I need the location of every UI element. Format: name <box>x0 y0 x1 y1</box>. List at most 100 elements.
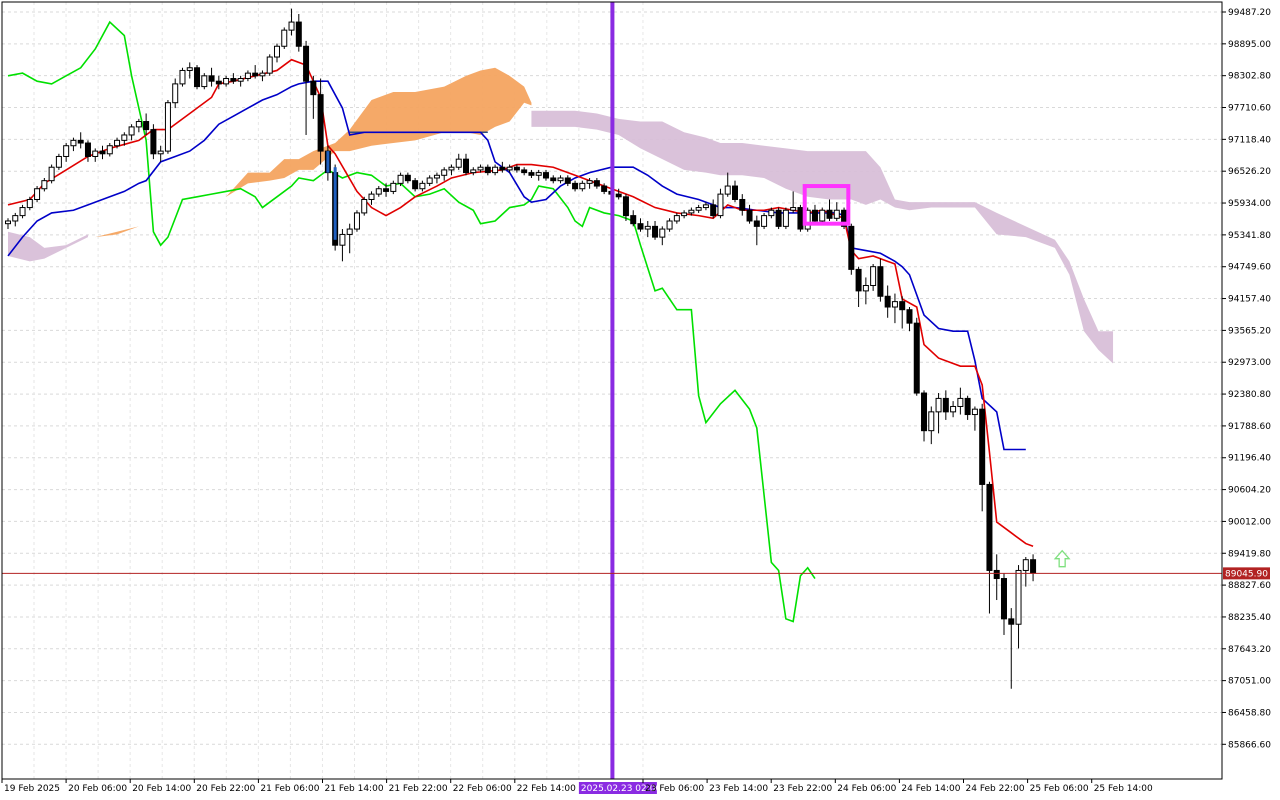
y-tick-label: 90012.00 <box>1228 517 1271 527</box>
candle-bull <box>819 209 826 222</box>
candle-bear <box>1000 578 1007 620</box>
candle-bear <box>143 121 150 131</box>
candle-bear <box>99 150 106 155</box>
candle-bull <box>70 139 77 147</box>
candle-bear <box>993 569 1000 580</box>
y-tick-label: 99487.20 <box>1228 8 1271 18</box>
candle-bear <box>630 215 637 225</box>
y-tick-label: 91196.40 <box>1228 454 1271 464</box>
signal-bar <box>326 151 330 173</box>
candle-bear <box>637 223 644 230</box>
candle-bear <box>732 185 738 200</box>
candle-bear <box>921 392 928 432</box>
candle-bear <box>499 166 506 171</box>
candle-bear <box>484 166 491 174</box>
candle-bear <box>913 322 920 394</box>
candle-bear <box>652 225 659 238</box>
candle-bull <box>128 126 135 136</box>
bear-cloud <box>8 231 88 262</box>
y-tick-label: 95934.00 <box>1228 199 1271 209</box>
candle-bear <box>739 198 746 211</box>
y-tick-label: 87051.00 <box>1228 677 1271 687</box>
x-tick-label: 21 Feb 22:00 <box>389 784 448 794</box>
candle-bull <box>470 169 477 174</box>
x-tick-label: 25 Feb 14:00 <box>1094 784 1153 794</box>
candle-bear <box>194 67 201 88</box>
y-tick-label: 89419.80 <box>1228 549 1271 559</box>
candle-bear <box>601 185 608 192</box>
candle-bear <box>877 266 884 297</box>
y-tick-label: 87643.20 <box>1228 645 1271 655</box>
candle-bull <box>586 180 593 184</box>
candle-bear <box>513 166 520 171</box>
y-tick-label: 90604.20 <box>1228 486 1271 496</box>
candle-bull <box>957 397 964 407</box>
candle-bull <box>673 215 680 222</box>
candle-bull <box>34 188 41 200</box>
y-tick-label: 97710.60 <box>1228 104 1271 114</box>
candle-bull <box>666 220 673 230</box>
x-tick-label: 21 Feb 06:00 <box>260 784 319 794</box>
candle-bear <box>1008 618 1015 625</box>
candle-bear <box>317 94 324 152</box>
candle-bull <box>455 158 462 168</box>
x-tick-label: 23 Feb 22:00 <box>773 784 832 794</box>
candle-bear <box>252 72 259 77</box>
candle-bull <box>971 408 978 416</box>
candle-bull <box>63 145 70 157</box>
current-price-label: 89045.90 <box>1225 569 1268 579</box>
candle-bear <box>1030 559 1037 574</box>
x-tick-label: 22 Feb 14:00 <box>517 784 576 794</box>
candle-bull <box>717 193 724 217</box>
candle-bear <box>528 172 535 176</box>
candle-bear <box>746 209 753 222</box>
candle-bear <box>77 139 84 144</box>
bear-cloud <box>531 110 1114 364</box>
candle-bull <box>950 405 957 413</box>
candle-bull <box>833 209 840 219</box>
candle-bull <box>157 150 164 155</box>
candle-bear <box>811 209 818 222</box>
candle-bear <box>150 129 157 155</box>
candle-bear <box>979 408 986 485</box>
candle-bull <box>186 67 193 71</box>
candle-bull <box>353 212 360 230</box>
candle-bull <box>768 209 775 217</box>
candle-bull <box>121 134 128 141</box>
candle-bear <box>542 172 549 179</box>
candle-bear <box>295 21 302 47</box>
candle-bull <box>644 225 651 230</box>
y-tick-label: 85866.60 <box>1228 740 1271 750</box>
candle-bull <box>244 72 251 80</box>
candle-bull <box>273 45 280 58</box>
candle-bull <box>237 78 244 82</box>
candle-bull <box>172 83 179 104</box>
candle-bear <box>412 180 419 190</box>
candle-bull <box>928 411 935 432</box>
y-tick-label: 98895.00 <box>1228 40 1271 50</box>
candle-bull <box>535 172 542 176</box>
y-tick-label: 97118.40 <box>1228 135 1271 145</box>
candle-bull <box>688 209 695 214</box>
candle-bear <box>622 196 629 217</box>
y-tick-label: 96526.20 <box>1228 167 1271 177</box>
candle-bull <box>1015 569 1022 625</box>
candle-bull <box>579 182 586 190</box>
y-tick-label: 94157.40 <box>1228 295 1271 305</box>
candle-bull <box>659 228 666 238</box>
candle-bull <box>419 182 426 190</box>
candle-bull <box>259 72 266 77</box>
candle-bear <box>208 75 215 82</box>
candle-bull <box>681 212 688 217</box>
candle-bull <box>790 207 797 211</box>
x-tick-label: 23 Feb 14:00 <box>709 784 768 794</box>
candlestick-chart[interactable]: 99487.20 98895.00 98302.80 97710.60 97118.40… <box>0 0 1280 800</box>
candle-bull <box>361 198 368 214</box>
x-tick-label: 20 Feb 22:00 <box>196 784 255 794</box>
candle-bull <box>492 166 499 174</box>
candle-bull <box>339 233 346 246</box>
x-tick-label: 22 Feb 06:00 <box>453 784 512 794</box>
candle-bull <box>1022 559 1029 571</box>
candle-bear <box>593 180 600 187</box>
up-arrow-icon <box>1053 549 1071 568</box>
